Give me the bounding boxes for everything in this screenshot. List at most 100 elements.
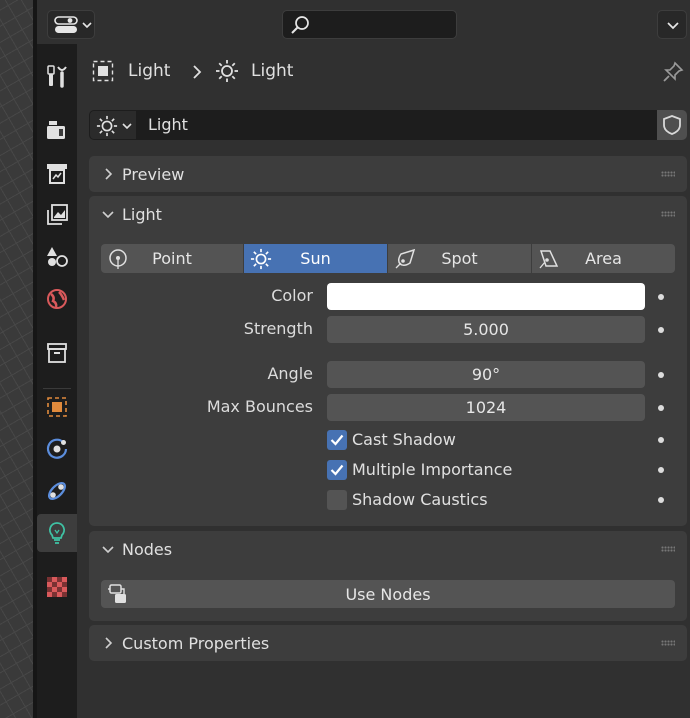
light-datablock-name-field[interactable]: Light [137,110,658,140]
tab-collection[interactable] [37,334,77,372]
drag-grip-icon[interactable] [661,211,675,217]
tab-scene[interactable] [37,238,77,276]
link-icon [47,481,67,501]
shadow-caustics-label[interactable]: Shadow Caustics [352,490,488,509]
keyframe-dot[interactable] [658,467,664,473]
custom-properties-panel: Custom Properties [89,625,687,661]
drag-grip-icon[interactable] [661,546,675,552]
chevron-down-icon [102,211,114,219]
segment-divider [243,244,244,273]
light-type-area[interactable]: Area [532,244,675,273]
sun-icon [216,60,238,82]
segment-divider [387,244,388,273]
max-bounces-value: 1024 [465,398,507,417]
cast-shadow-label[interactable]: Cast Shadow [352,430,456,449]
preview-panel: Preview [89,156,687,192]
checkmark-icon [330,464,344,476]
segment-divider [531,244,532,273]
multiple-importance-checkbox[interactable] [327,460,347,480]
lightbulb-icon [49,522,65,544]
chevron-right-icon [105,168,113,180]
tab-tool[interactable] [37,57,77,95]
light-type-point-label: Point [152,249,192,268]
keyframe-dot[interactable] [658,294,664,300]
light-type-point[interactable]: Point [101,244,243,273]
globe-icon [47,289,67,309]
angle-value: 90° [471,365,501,384]
sun-icon [96,115,118,137]
strength-value: 5.000 [463,320,509,339]
angle-field[interactable]: 90° [327,361,645,388]
fake-user-button[interactable] [657,110,687,140]
color-label: Color [271,286,313,305]
chevron-down-icon [667,22,679,30]
tab-constraints[interactable] [37,472,77,510]
spot-light-icon [395,248,416,269]
camera-back-icon [47,121,65,139]
nodes-panel-header[interactable]: Nodes [89,531,687,567]
chevron-right-icon [193,65,202,79]
tab-render[interactable] [37,111,77,149]
light-panel-header[interactable]: Light [89,196,687,232]
preview-panel-header[interactable]: Preview [89,156,687,192]
chevron-down-icon [102,546,114,554]
keyframe-dot[interactable] [658,372,664,378]
custom-properties-panel-title: Custom Properties [122,633,270,653]
light-type-spot[interactable]: Spot [388,244,531,273]
chevron-down-icon [82,22,92,29]
sun-icon [250,248,272,270]
checkmark-icon [330,434,344,446]
object-square-icon [92,60,114,82]
search-icon [291,16,309,34]
drag-grip-icon[interactable] [661,171,675,177]
object-square-icon [47,397,67,417]
light-type-spot-label: Spot [441,249,478,268]
keyframe-dot[interactable] [658,327,664,333]
shadow-caustics-checkbox[interactable] [327,490,347,510]
keyframe-dot[interactable] [658,497,664,503]
nodes-panel-title: Nodes [122,539,173,559]
tab-object[interactable] [37,388,77,426]
chevron-down-icon [122,123,132,130]
checker-icon [47,577,67,597]
multiple-importance-label[interactable]: Multiple Importance [352,460,512,479]
tab-physics[interactable] [37,430,77,468]
node-tree-icon [108,584,126,603]
light-type-sun-label: Sun [300,249,331,268]
breadcrumb-data-label: Light [251,61,294,81]
keyframe-dot[interactable] [658,405,664,411]
tab-output[interactable] [37,154,77,192]
use-nodes-label: Use Nodes [345,584,431,604]
max-bounces-label: Max Bounces [206,397,313,416]
strength-field[interactable]: 5.000 [327,316,645,343]
chevron-right-icon [105,637,113,649]
drag-grip-icon[interactable] [661,640,675,646]
cast-shadow-checkbox[interactable] [327,430,347,450]
strength-label: Strength [243,319,313,338]
image-stack-icon [47,204,68,225]
wrench-screwdriver-icon [47,65,67,88]
tab-data[interactable] [37,514,77,552]
use-nodes-button[interactable]: Use Nodes [101,580,675,608]
custom-properties-panel-header[interactable]: Custom Properties [89,625,687,661]
tab-world[interactable] [37,280,77,318]
max-bounces-field[interactable]: 1024 [327,394,645,421]
printer-icon [47,164,67,184]
keyframe-dot[interactable] [658,437,664,443]
search-input[interactable] [282,10,457,39]
color-swatch[interactable] [327,283,645,310]
preview-panel-title: Preview [122,164,185,184]
scene-shapes-icon [47,247,68,267]
light-type-area-label: Area [585,249,622,268]
light-datablock-browse-button[interactable] [89,110,137,140]
light-panel-title: Light [122,204,162,224]
shield-icon [663,115,681,135]
point-light-icon [109,249,127,269]
light-type-sun[interactable]: Sun [244,244,387,273]
angle-label: Angle [267,364,313,383]
tab-texture[interactable] [37,568,77,606]
header-options-dropdown[interactable] [657,10,687,39]
tab-view-layer[interactable] [37,196,77,234]
editor-type-button[interactable] [47,10,95,39]
pin-icon[interactable] [662,61,684,83]
